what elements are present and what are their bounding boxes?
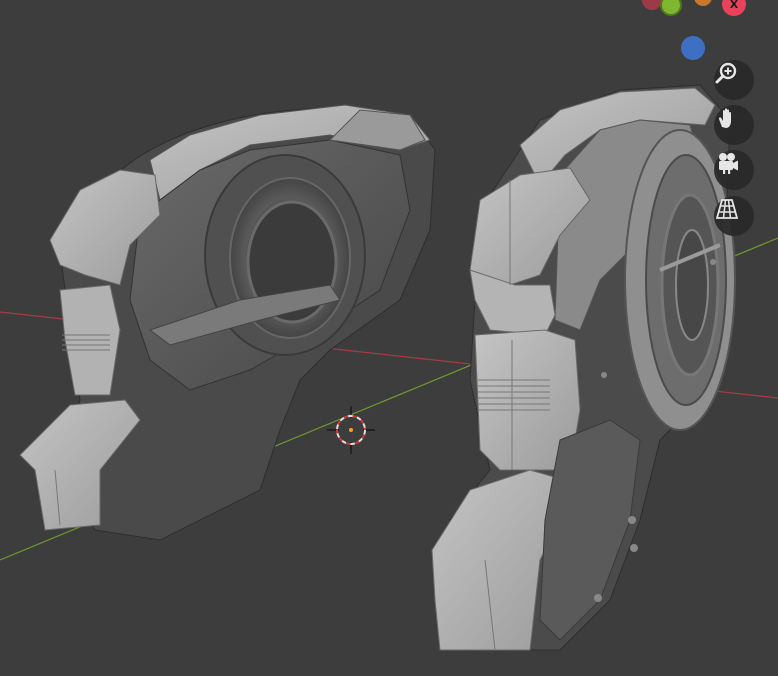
- ortho-toggle-button[interactable]: [714, 196, 754, 236]
- 3d-cursor[interactable]: [327, 406, 375, 454]
- camera-button[interactable]: [714, 150, 754, 190]
- gizmo-y-ball[interactable]: [660, 0, 682, 16]
- hand-icon: [718, 108, 731, 128]
- magnifier-plus-icon: [715, 62, 737, 84]
- 3d-viewport[interactable]: X: [0, 0, 778, 676]
- grid-perspective-icon: [715, 199, 739, 219]
- viewport-canvas[interactable]: [0, 0, 778, 676]
- pan-button[interactable]: [714, 105, 754, 145]
- gizmo-x-label: X: [729, 0, 739, 11]
- left-helmet-mesh[interactable]: [19, 104, 436, 541]
- zoom-button[interactable]: [714, 60, 754, 100]
- navigation-gizmo[interactable]: X: [630, 0, 778, 60]
- camera-icon: [719, 153, 738, 174]
- right-helmet-mesh[interactable]: [431, 84, 736, 651]
- gizmo-z-ball[interactable]: [681, 36, 705, 60]
- gizmo-orange-ball[interactable]: [694, 0, 712, 6]
- gizmo-neg-x-ball[interactable]: [642, 0, 662, 10]
- gizmo-x-ball[interactable]: X: [722, 0, 746, 16]
